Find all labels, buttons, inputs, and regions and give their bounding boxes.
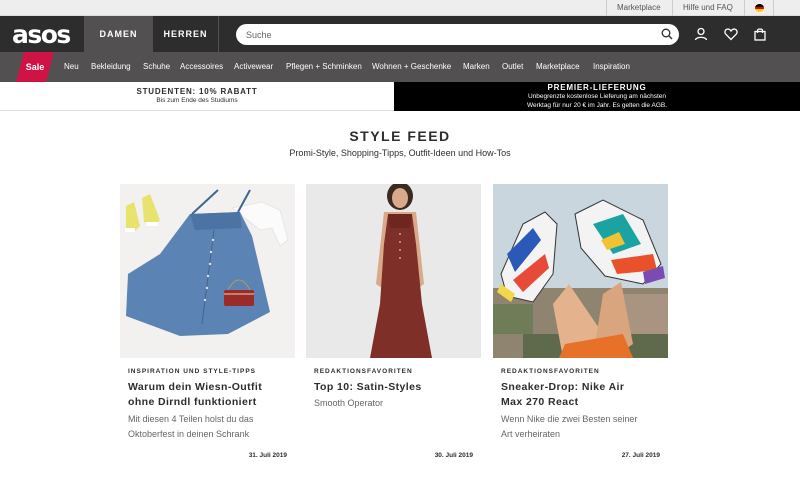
bag-icon[interactable] bbox=[753, 27, 767, 41]
article-category: REDAKTIONSFAVORITEN bbox=[314, 368, 413, 375]
utility-bar: Marketplace Hilfe und FAQ bbox=[0, 0, 800, 16]
nav-item-outlet[interactable]: Outlet bbox=[502, 52, 523, 82]
article-image[interactable] bbox=[120, 184, 295, 358]
article-description-line: Art verheiraten bbox=[501, 429, 561, 439]
promo-subtitle: Unbegrenzte kostenlose Lieferung am näch… bbox=[527, 93, 667, 100]
article-card[interactable]: REDAKTIONSFAVORITEN Sneaker-Drop: Nike A… bbox=[493, 184, 668, 464]
promo-subtitle: Werktag für nur 20 € im Jahr. Es gelten … bbox=[526, 102, 668, 109]
nav-item-sale[interactable]: Sale bbox=[16, 52, 54, 82]
article-image[interactable] bbox=[306, 184, 481, 358]
article-category: REDAKTIONSFAVORITEN bbox=[501, 368, 600, 375]
promo-title: PREMIER-LIEFERUNG bbox=[547, 83, 647, 92]
article-description: Smooth Operator bbox=[314, 396, 474, 411]
article-title[interactable]: Top 10: Satin-Styles bbox=[314, 380, 479, 395]
nav-item-bekleidung[interactable]: Bekleidung bbox=[91, 52, 131, 82]
student-discount-banner[interactable]: STUDENTEN: 10% RABATT Bis zum Ende des S… bbox=[0, 82, 394, 111]
account-icon[interactable] bbox=[694, 27, 708, 41]
nav-item-accessoires[interactable]: Accessoires bbox=[180, 52, 223, 82]
promo-title: STUDENTEN: 10% RABATT bbox=[136, 87, 258, 96]
article-date: 30. Juli 2019 bbox=[434, 452, 473, 459]
search-icon[interactable] bbox=[661, 28, 673, 40]
article-description: Mit diesen 4 Teilen holst du das Oktober… bbox=[128, 412, 288, 442]
article-title-line: Top 10: Satin-Styles bbox=[314, 381, 422, 393]
premier-delivery-banner[interactable]: PREMIER-LIEFERUNG Unbegrenzte kostenlose… bbox=[394, 82, 800, 111]
article-card[interactable]: INSPIRATION UND STYLE-TIPPS Warum dein W… bbox=[120, 184, 295, 464]
article-title[interactable]: Warum dein Wiesn-Outfit ohne Dirndl funk… bbox=[128, 380, 293, 410]
page-title: STYLE FEED bbox=[349, 128, 451, 144]
nav-item-wohnen-geschenke[interactable]: Wohnen + Geschenke bbox=[372, 52, 451, 82]
nav-item-neu[interactable]: Neu bbox=[64, 52, 79, 82]
promo-subtitle: Bis zum Ende des Studiums bbox=[156, 97, 238, 104]
category-nav: Sale Neu Bekleidung Schuhe Accessoires A… bbox=[0, 52, 800, 82]
nav-item-marken[interactable]: Marken bbox=[463, 52, 490, 82]
article-title-line: Sneaker-Drop: Nike Air bbox=[501, 381, 625, 393]
article-title-line: ohne Dirndl funktioniert bbox=[128, 396, 257, 408]
country-selector[interactable] bbox=[744, 0, 774, 16]
germany-flag-icon bbox=[755, 4, 764, 12]
article-image[interactable] bbox=[493, 184, 668, 358]
article-title[interactable]: Sneaker-Drop: Nike Air Max 270 React bbox=[501, 380, 666, 410]
article-title-line: Warum dein Wiesn-Outfit bbox=[128, 381, 263, 393]
search-bar bbox=[236, 24, 679, 45]
help-faq-link[interactable]: Hilfe und FAQ bbox=[672, 0, 743, 16]
page-subtitle: Promi-Style, Shopping-Tipps, Outfit-Idee… bbox=[289, 148, 511, 158]
article-description-line: Smooth Operator bbox=[314, 398, 384, 408]
article-card[interactable]: REDAKTIONSFAVORITEN Top 10: Satin-Styles… bbox=[306, 184, 481, 464]
heart-icon[interactable] bbox=[724, 27, 738, 41]
nav-item-activewear[interactable]: Activewear bbox=[234, 52, 273, 82]
article-title-line: Max 270 React bbox=[501, 396, 579, 408]
article-description-line: Mit diesen 4 Teilen holst du das bbox=[128, 414, 254, 424]
article-category: INSPIRATION UND STYLE-TIPPS bbox=[128, 368, 256, 375]
tab-herren[interactable]: HERREN bbox=[153, 16, 219, 52]
article-description-line: Wenn Nike die zwei Besten seiner bbox=[501, 414, 638, 424]
article-date: 31. Juli 2019 bbox=[248, 452, 287, 459]
nav-item-marketplace[interactable]: Marketplace bbox=[536, 52, 580, 82]
article-description: Wenn Nike die zwei Besten seiner Art ver… bbox=[501, 412, 661, 442]
search-input[interactable] bbox=[246, 24, 646, 45]
nav-item-pflegen-schminken[interactable]: Pflegen + Schminken bbox=[286, 52, 362, 82]
marketplace-link[interactable]: Marketplace bbox=[606, 0, 671, 16]
asos-logo[interactable]: asos bbox=[12, 20, 71, 49]
article-description-line: Oktoberfest in deinen Schrank bbox=[128, 429, 250, 439]
nav-item-inspiration[interactable]: Inspiration bbox=[593, 52, 630, 82]
nav-item-schuhe[interactable]: Schuhe bbox=[143, 52, 170, 82]
article-date: 27. Juli 2019 bbox=[621, 452, 660, 459]
tab-damen[interactable]: DAMEN bbox=[84, 16, 153, 52]
main-header: asos DAMEN HERREN bbox=[0, 16, 800, 52]
